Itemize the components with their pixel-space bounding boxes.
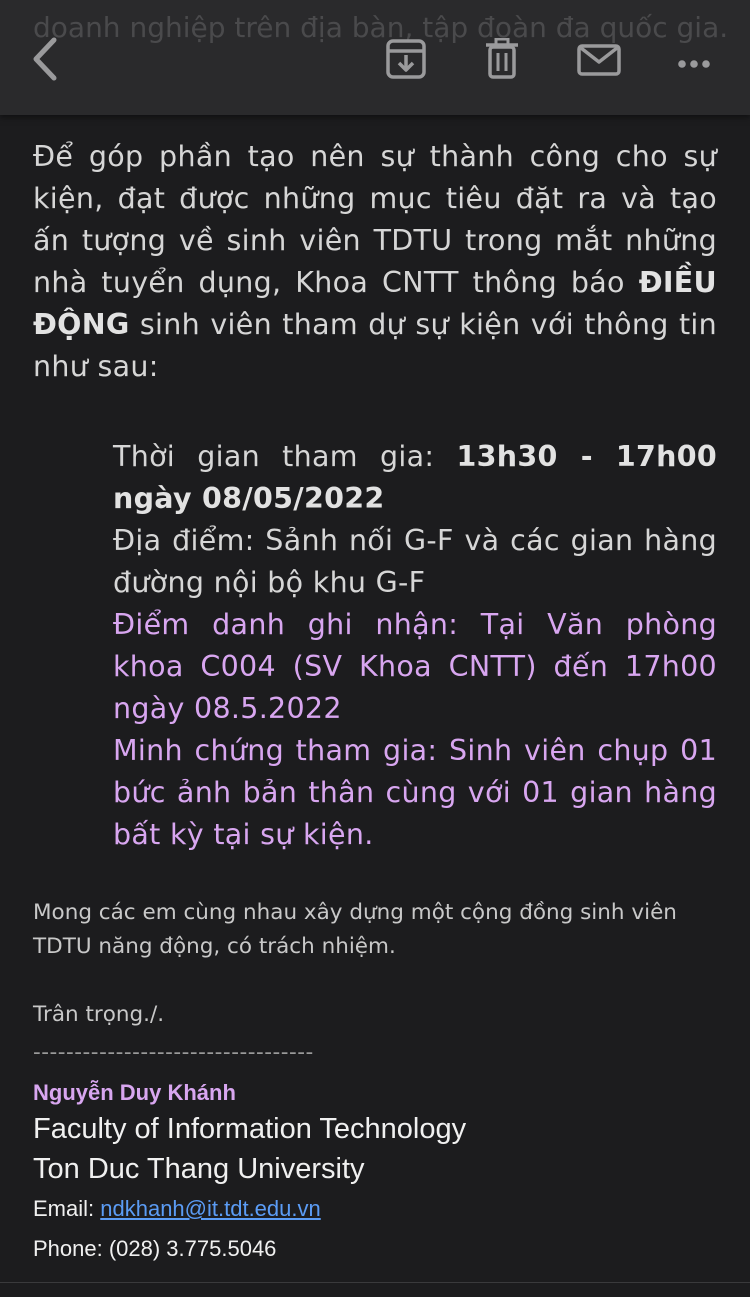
event-proof: Minh chứng tham gia: Sinh viên chụp 01 b… [113,734,717,851]
bottom-divider [0,1282,750,1283]
reply-mail-button[interactable] [577,44,621,80]
event-time: Thời gian tham gia: 13h30 - 17h00 ngày 0… [113,436,717,520]
email-body: Để góp phần tạo nên sự thành công cho sự… [33,136,717,1269]
trash-icon [486,37,518,79]
regards-text: Trân trọng./. [33,1002,165,1027]
event-time-label: Thời gian tham gia: [113,440,457,473]
event-details: Thời gian tham gia: 13h30 - 17h00 ngày 0… [113,436,717,856]
closing-text: Mong các em cùng nhau xây dựng một cộng … [33,900,677,959]
email-toolbar: doanh nghiệp trên địa bàn, tập đoàn đa q… [0,0,750,115]
chevron-left-icon [33,37,57,81]
back-button[interactable] [30,36,60,86]
email-label: Email: [33,1196,101,1221]
signature-faculty: Faculty of Information Technology [33,1113,467,1145]
scrolled-text-behind-toolbar: doanh nghiệp trên địa bàn, tập đoàn đa q… [33,11,729,44]
signature-phone: Phone: (028) 3.775.5046 [33,1236,277,1261]
signature-university: Ton Duc Thang University [33,1153,365,1185]
archive-icon [386,39,426,79]
more-icon [678,60,710,68]
delete-button[interactable] [485,37,519,84]
event-location: Địa điểm: Sảnh nối G-F và các gian hàng … [113,524,717,599]
archive-button[interactable] [386,38,426,84]
signature-name: Nguyễn Duy Khánh [33,1080,236,1105]
more-button[interactable] [677,54,711,73]
intro-paragraph: Để góp phần tạo nên sự thành công cho sự… [33,136,717,388]
signature-block: Nguyễn Duy Khánh Faculty of Information … [33,1080,717,1269]
mail-icon [577,44,621,76]
email-link[interactable]: ndkhanh@it.tdt.edu.vn [100,1196,320,1221]
signature-divider: ---------------------------------- [33,1040,314,1065]
intro-text-2: sinh viên tham dự sự kiện với thông tin … [33,308,717,383]
event-checkin: Điểm danh ghi nhận: Tại Văn phòng khoa C… [113,608,717,725]
signature-email-row: Email: ndkhanh@it.tdt.edu.vn [33,1189,717,1229]
intro-text-1: Để góp phần tạo nên sự thành công cho sự… [33,140,717,299]
